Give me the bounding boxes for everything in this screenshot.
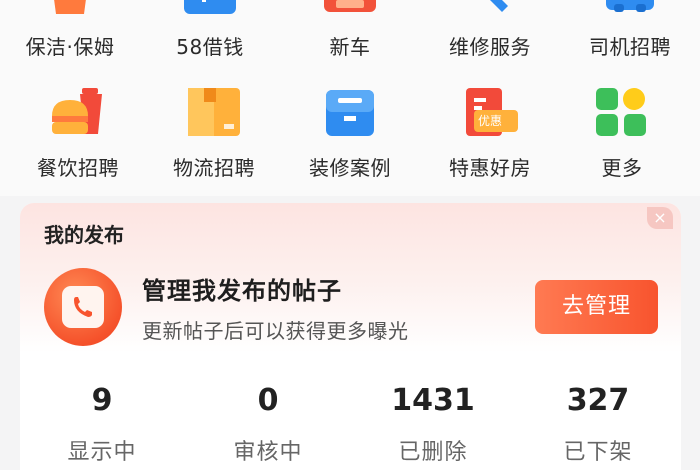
- service-label: 特惠好房: [449, 156, 531, 180]
- service-cleaning[interactable]: 保洁·保姆: [0, 0, 140, 60]
- stat-reviewing[interactable]: 0 审核中: [188, 383, 348, 466]
- my-publish-card: 我的发布 × 管理我发布的帖子 更新帖子后可以获得更多曝光 去管理 9 显示中 …: [20, 203, 681, 470]
- service-label: 装修案例: [309, 156, 391, 180]
- phone-icon: [44, 268, 122, 346]
- stat-label: 已删除: [398, 440, 468, 465]
- service-label: 更多: [601, 156, 643, 180]
- truck-icon: [602, 0, 658, 16]
- close-button[interactable]: ×: [647, 207, 673, 229]
- basket-icon: [42, 0, 98, 16]
- service-logistics-jobs[interactable]: 物流招聘: [144, 82, 284, 192]
- service-new-car[interactable]: 新车: [280, 0, 420, 60]
- service-grid: 保洁·保姆 58借钱 新车 维修服务 司机招聘 餐饮招聘 物流招聘 装修案例 优…: [0, 0, 700, 196]
- service-label: 新车: [329, 35, 371, 59]
- discount-badge: 优惠: [478, 114, 503, 128]
- stat-deleted[interactable]: 1431 已删除: [353, 383, 513, 466]
- service-driver-jobs[interactable]: 司机招聘: [560, 0, 700, 60]
- stat-value: 9: [91, 383, 113, 418]
- service-58loan[interactable]: 58借钱: [140, 0, 280, 60]
- service-label: 保洁·保姆: [25, 35, 115, 59]
- package-icon: [186, 86, 242, 138]
- publish-section-title: 我的发布: [44, 223, 124, 247]
- service-repair[interactable]: 维修服务: [420, 0, 560, 60]
- service-food-jobs[interactable]: 餐饮招聘: [8, 82, 148, 192]
- manage-button[interactable]: 去管理: [535, 280, 658, 334]
- stat-label: 已下架: [563, 440, 633, 465]
- service-label: 58借钱: [176, 35, 244, 59]
- tools-icon: [462, 0, 518, 16]
- manage-posts-subtitle: 更新帖子后可以获得更多曝光: [142, 319, 409, 343]
- stat-label: 审核中: [233, 440, 303, 465]
- service-discount-houses[interactable]: 优惠 特惠好房: [420, 82, 560, 192]
- manage-posts-title: 管理我发布的帖子: [142, 277, 342, 305]
- car-icon: [322, 0, 378, 16]
- stat-label: 显示中: [67, 440, 137, 465]
- stat-removed[interactable]: 327 已下架: [518, 383, 678, 466]
- loan-icon: [182, 0, 238, 16]
- service-label: 餐饮招聘: [37, 156, 119, 180]
- service-more[interactable]: 更多: [552, 82, 692, 192]
- burger-drink-icon: [50, 86, 106, 138]
- service-label: 维修服务: [449, 35, 531, 59]
- more-grid-icon: [594, 86, 650, 138]
- service-label: 物流招聘: [173, 156, 255, 180]
- service-decoration-cases[interactable]: 装修案例: [280, 82, 420, 192]
- toolbox-icon: [322, 86, 378, 138]
- stat-value: 327: [566, 383, 630, 418]
- stat-showing[interactable]: 9 显示中: [22, 383, 182, 466]
- house-deal-icon: 优惠: [462, 86, 518, 138]
- stat-value: 1431: [391, 383, 475, 418]
- stat-value: 0: [257, 383, 279, 418]
- service-label: 司机招聘: [589, 35, 671, 59]
